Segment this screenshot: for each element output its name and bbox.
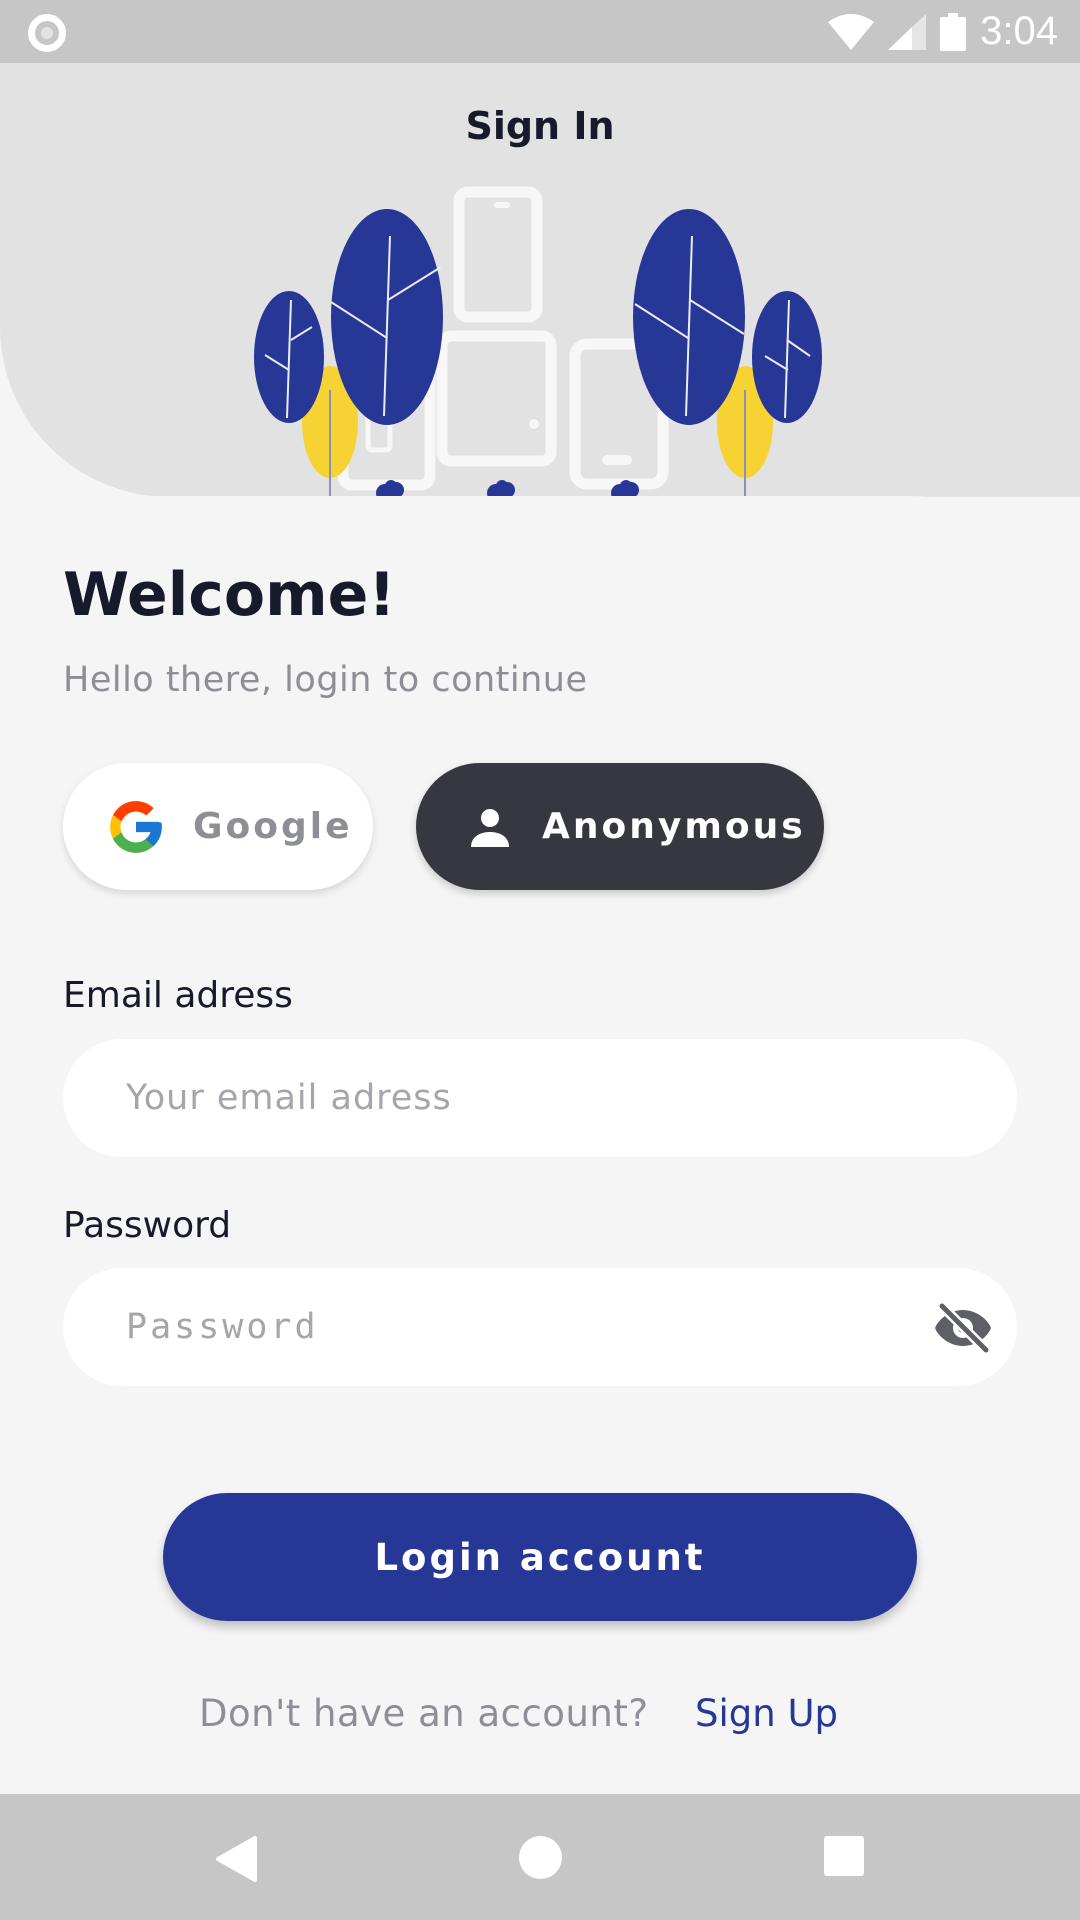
recents-icon[interactable] xyxy=(824,1836,864,1876)
anonymous-button-label: Anonymous xyxy=(542,806,806,847)
login-button[interactable]: Login account xyxy=(163,1493,917,1621)
navigation-bar xyxy=(0,1794,1080,1920)
google-button-label: Google xyxy=(193,806,353,847)
google-icon xyxy=(110,800,162,853)
email-label: Email adress xyxy=(63,975,293,1016)
anonymous-sign-in-button[interactable]: Anonymous xyxy=(416,763,824,890)
password-field[interactable] xyxy=(63,1268,1017,1386)
status-icons: 3:04 xyxy=(828,0,1058,63)
back-icon[interactable] xyxy=(215,1836,257,1882)
no-account-text: Don't have an account? xyxy=(199,1692,649,1735)
wifi-icon xyxy=(828,13,875,50)
email-field[interactable] xyxy=(63,1039,1017,1157)
home-icon[interactable] xyxy=(519,1836,562,1879)
google-sign-in-button[interactable]: Google xyxy=(63,763,373,890)
page-title: Sign In xyxy=(465,104,615,148)
welcome-heading: Welcome! xyxy=(63,560,396,630)
password-label: Password xyxy=(63,1205,232,1246)
status-time: 3:04 xyxy=(980,9,1058,53)
signal-icon xyxy=(888,13,927,50)
notification-dot-icon xyxy=(28,14,66,52)
person-icon xyxy=(471,808,509,847)
sign-up-link[interactable]: Sign Up xyxy=(695,1692,838,1735)
status-bar: 3:04 xyxy=(0,0,1080,63)
welcome-subtitle: Hello there, login to continue xyxy=(63,660,588,700)
devices-illustration xyxy=(254,186,822,496)
battery-icon xyxy=(940,12,967,51)
eye-off-icon[interactable] xyxy=(933,1302,993,1354)
